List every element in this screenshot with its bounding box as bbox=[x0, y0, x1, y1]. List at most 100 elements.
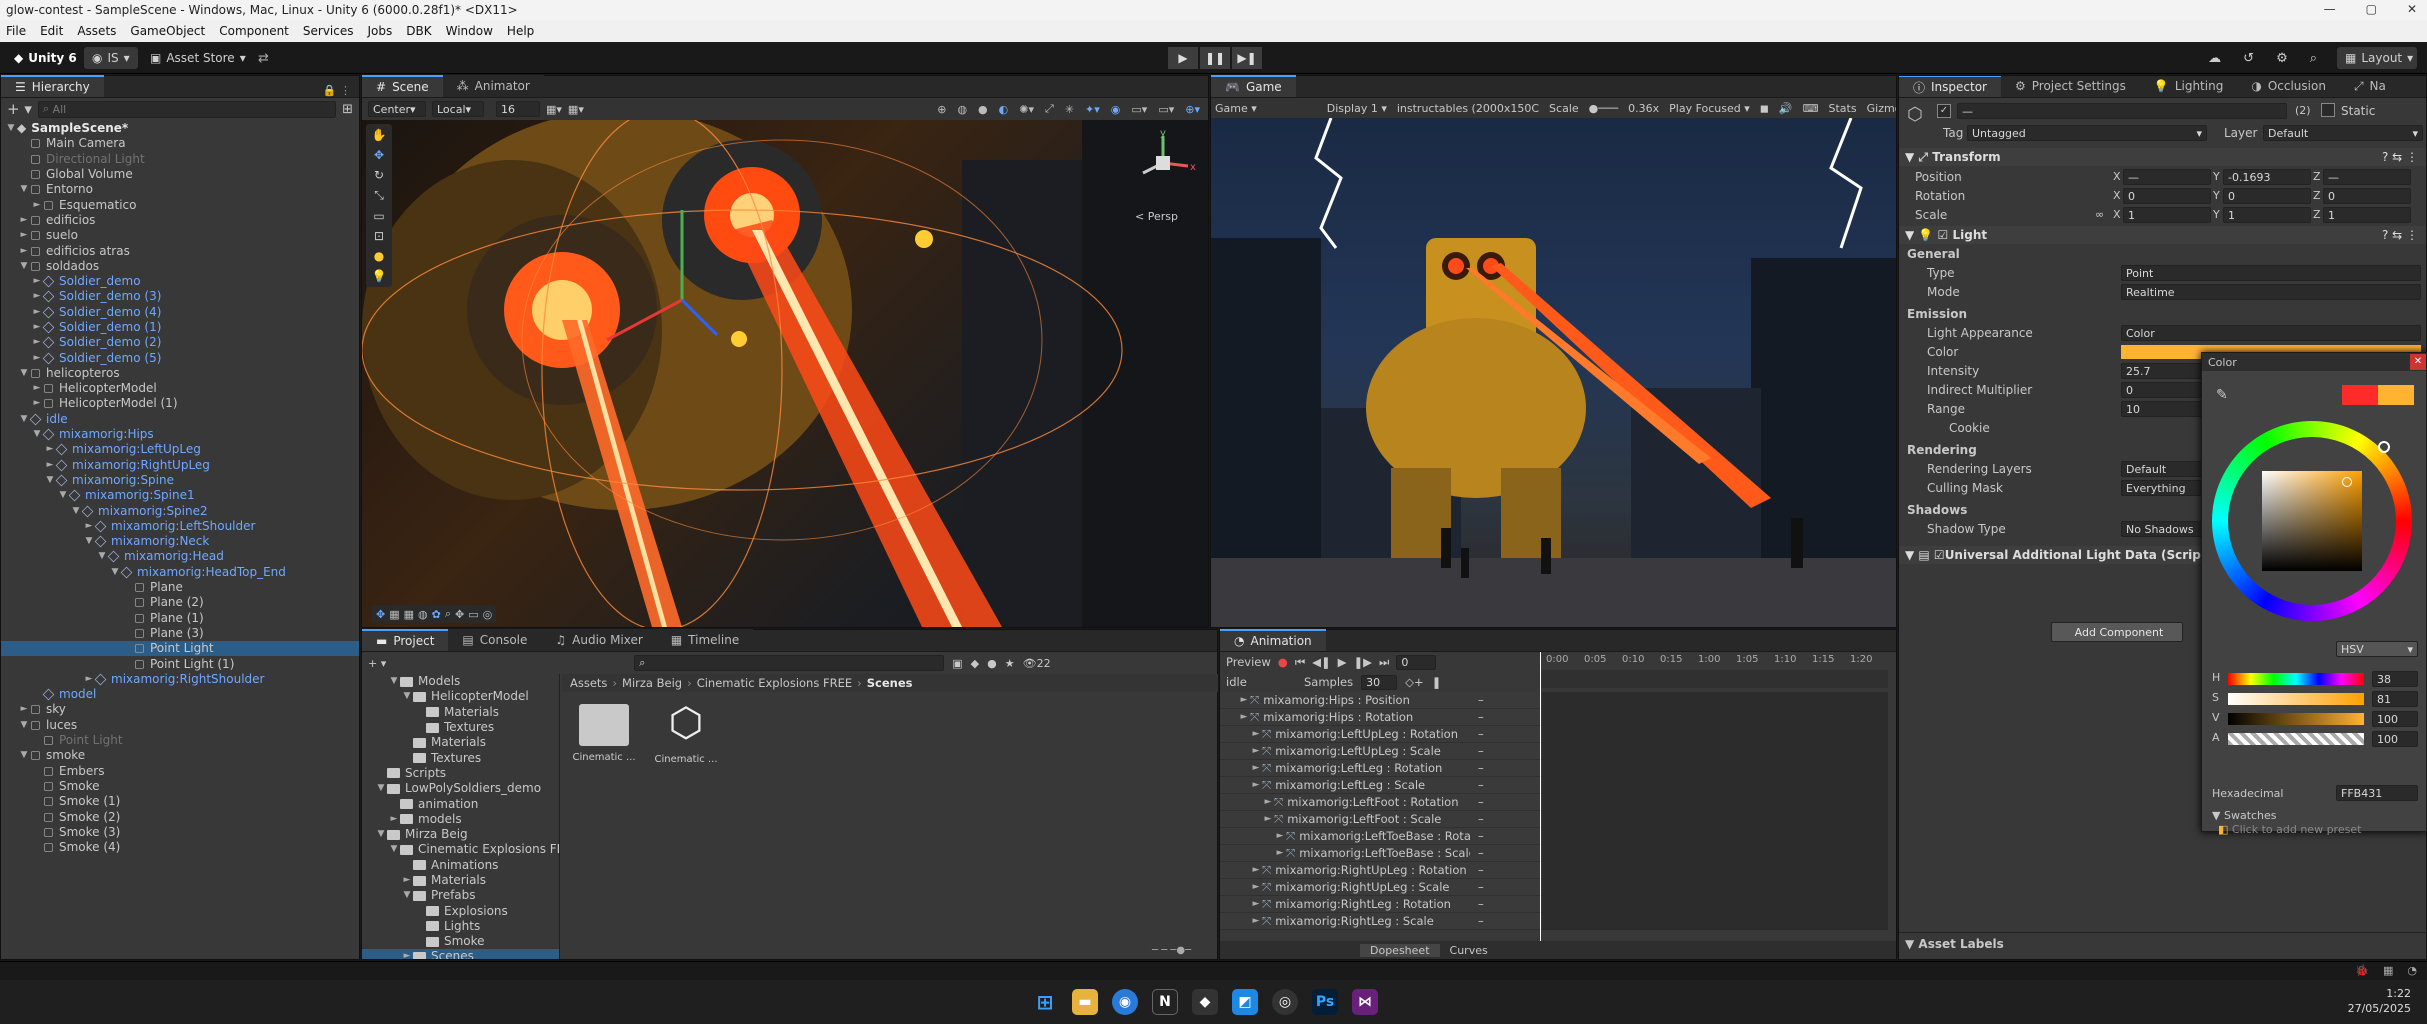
expand-arrow-icon[interactable]: ► bbox=[1274, 831, 1286, 841]
2d-toggle-icon[interactable]: ⤢ bbox=[1045, 102, 1054, 116]
track-keyframe-lane[interactable] bbox=[1542, 743, 1888, 760]
appearance-dropdown[interactable]: Color bbox=[2121, 325, 2421, 341]
active-checkbox[interactable]: ✓ bbox=[1937, 104, 1951, 118]
hierarchy-item[interactable]: ► Soldier_demo (2) bbox=[1, 335, 359, 350]
track-options-icon[interactable]: – bbox=[1478, 897, 1484, 911]
track-options-icon[interactable]: – bbox=[1478, 744, 1484, 758]
expand-arrow-icon[interactable]: ▼ bbox=[18, 748, 30, 763]
asset-item[interactable]: Cinematic ... bbox=[572, 698, 636, 763]
hierarchy-item[interactable]: ► mixamorig:RightShoulder bbox=[1, 672, 359, 687]
hierarchy-item[interactable]: ► Soldier_demo (5) bbox=[1, 350, 359, 365]
search-icon[interactable]: ⌕ bbox=[2310, 51, 2317, 66]
expand-arrow-icon[interactable]: ▼ bbox=[96, 549, 108, 564]
visual-studio-icon[interactable]: ⋈ bbox=[1352, 989, 1378, 1015]
preview-toggle[interactable]: Preview bbox=[1226, 655, 1271, 669]
expand-arrow-icon[interactable]: ► bbox=[31, 289, 43, 304]
hierarchy-item[interactable]: ▼ soldados bbox=[1, 259, 359, 274]
add-keyframe-icon[interactable]: ◇+ bbox=[1405, 675, 1423, 689]
history-icon[interactable]: ↺ bbox=[2243, 51, 2254, 66]
timeline-ruler[interactable]: 0:00 0:05 0:10 0:15 1:00 1:05 1:10 1:15 1:20 bbox=[1542, 652, 1888, 670]
transform-header[interactable]: ▼ ⤢ Transform? ⇆ ⋮ bbox=[1899, 148, 2426, 166]
render-mode-icon[interactable]: ✺▾ bbox=[1019, 103, 1034, 116]
dopesheet-button[interactable]: Dopesheet bbox=[1360, 943, 1440, 957]
track-options-icon[interactable]: – bbox=[1478, 846, 1484, 860]
link-icon[interactable]: ∞ bbox=[2095, 208, 2104, 221]
progress-icon[interactable]: ◔ bbox=[2407, 964, 2417, 977]
panel-menu-icon[interactable]: 🔒 ⋮ bbox=[315, 84, 359, 97]
light-probe-icon[interactable]: ● bbox=[374, 249, 384, 263]
unity-icon[interactable]: ◆ bbox=[1192, 989, 1218, 1015]
tab-project-settings[interactable]: ⚙ Project Settings bbox=[2001, 76, 2140, 97]
hierarchy-item[interactable]: ▼ mixamorig:Neck bbox=[1, 534, 359, 549]
track-options-icon[interactable]: – bbox=[1478, 914, 1484, 928]
expand-arrow-icon[interactable]: ► bbox=[31, 274, 43, 289]
minimize-icon[interactable]: — bbox=[2324, 2, 2336, 16]
account-button[interactable]: ◆ Unity 6 bbox=[6, 47, 85, 69]
animation-track[interactable]: ► ⤧ mixamorig:Hips : Position – bbox=[1220, 692, 1888, 709]
track-options-icon[interactable]: – bbox=[1478, 829, 1484, 843]
project-folder-item[interactable]: Animations bbox=[362, 858, 559, 873]
animation-track[interactable]: ► ⤧ mixamorig:RightUpLeg : Rotation – bbox=[1220, 862, 1888, 879]
expand-arrow-icon[interactable]: ▼ bbox=[375, 781, 387, 796]
hand-tool-icon[interactable]: ✋ bbox=[372, 128, 387, 142]
hierarchy-item[interactable]: ▼ mixamorig:HeadTop_End bbox=[1, 565, 359, 580]
asset-labels-header[interactable]: ▼ Asset Labels bbox=[1899, 932, 2427, 954]
previous-color-swatch[interactable] bbox=[2342, 385, 2378, 405]
light-menu-icon[interactable]: ? ⇆ ⋮ bbox=[2382, 228, 2426, 242]
project-folder-item[interactable]: Smoke bbox=[362, 934, 559, 949]
eyedropper-icon[interactable]: ✎ bbox=[2216, 387, 2228, 403]
tab-console[interactable]: ▤ Console bbox=[448, 629, 542, 651]
expand-arrow-icon[interactable]: ► bbox=[401, 873, 413, 888]
track-keyframe-lane[interactable] bbox=[1542, 879, 1888, 896]
animation-track[interactable]: ► ⤧ mixamorig:LeftFoot : Rotation – bbox=[1220, 794, 1888, 811]
animation-track[interactable]: ► ⤧ mixamorig:RightLeg : Rotation – bbox=[1220, 896, 1888, 913]
menu-item[interactable]: Help bbox=[507, 24, 534, 38]
rotate-tool-icon[interactable]: ↻ bbox=[374, 168, 384, 182]
hierarchy-item[interactable]: ► HelicopterModel (1) bbox=[1, 396, 359, 411]
expand-arrow-icon[interactable]: ▼ bbox=[57, 488, 69, 503]
audio-icon[interactable]: 🔊 bbox=[1779, 102, 1793, 115]
play-focus-dropdown[interactable]: Play Focused ▾ bbox=[1669, 102, 1750, 115]
animation-track[interactable]: ► ⤧ mixamorig:RightUpLeg : Scale – bbox=[1220, 879, 1888, 896]
position-y-field[interactable]: -0.1693 bbox=[2223, 169, 2311, 185]
space-dropdown[interactable]: Local ▾ bbox=[432, 101, 484, 117]
hierarchy-item[interactable]: ▼ mixamorig:Hips bbox=[1, 427, 359, 442]
hierarchy-item[interactable]: ► mixamorig:LeftShoulder bbox=[1, 519, 359, 534]
rotation-x-field[interactable]: 0 bbox=[2123, 188, 2211, 204]
probe-overlay-icon[interactable]: ◎ bbox=[483, 608, 493, 621]
shading-solid-icon[interactable]: ● bbox=[978, 103, 988, 116]
expand-arrow-icon[interactable]: ► bbox=[1238, 695, 1250, 705]
orientation-gizmo[interactable]: yx bbox=[1128, 128, 1198, 198]
swatches-header[interactable]: ▼ Swatches bbox=[2212, 809, 2277, 822]
scene-viewport[interactable]: ✋ ✥ ↻ ⤡ ▭ ⊡ ● 💡 yx < Persp ✥ ▦ ▦ ◍ ✿ ⌕ ✥ ▭ ◎ bbox=[362, 120, 1208, 627]
tab-animator[interactable]: ⁂ Animator bbox=[442, 75, 544, 97]
type-dropdown[interactable]: Point bbox=[2121, 265, 2421, 281]
expand-arrow-icon[interactable]: ▼ bbox=[388, 674, 400, 689]
color-model-dropdown[interactable]: HSV ▾ bbox=[2336, 641, 2418, 657]
clip-dropdown[interactable]: idle bbox=[1226, 675, 1296, 689]
expand-arrow-icon[interactable]: ▼ bbox=[18, 412, 30, 427]
scale-tool-icon[interactable]: ⤡ bbox=[374, 188, 384, 203]
a-value-field[interactable]: 100 bbox=[2372, 731, 2418, 747]
close-icon[interactable]: ✕ bbox=[2410, 354, 2426, 370]
record-icon[interactable]: ● bbox=[1278, 655, 1288, 669]
scale-x-field[interactable]: 1 bbox=[2123, 207, 2211, 223]
move-overlay-icon[interactable]: ✥ bbox=[455, 608, 464, 621]
track-keyframe-lane[interactable] bbox=[1542, 794, 1888, 811]
hierarchy-item[interactable]: ► edificios atras bbox=[1, 243, 359, 258]
prev-key-icon[interactable]: ◀❚ bbox=[1312, 655, 1330, 669]
shading-wire-icon[interactable]: ◍ bbox=[957, 103, 967, 116]
hierarchy-item[interactable]: Plane (2) bbox=[1, 595, 359, 610]
display-dropdown[interactable]: Display 1 ▾ bbox=[1327, 102, 1387, 115]
orientation-icon[interactable]: ⊕ bbox=[937, 103, 946, 116]
photoshop-icon[interactable]: Ps bbox=[1312, 989, 1338, 1015]
hierarchy-item[interactable]: Smoke (1) bbox=[1, 794, 359, 809]
expand-arrow-icon[interactable]: ▼ bbox=[5, 121, 17, 136]
animation-track[interactable]: ► ⤧ mixamorig:LeftLeg : Rotation – bbox=[1220, 760, 1888, 777]
animation-track[interactable]: ► ⤧ mixamorig:LeftUpLeg : Rotation – bbox=[1220, 726, 1888, 743]
hierarchy-item[interactable]: Plane (3) bbox=[1, 626, 359, 641]
cloud-icon[interactable]: ☁ bbox=[2208, 51, 2221, 66]
tab-project[interactable]: ▬ Project bbox=[362, 629, 449, 651]
tab-navigation[interactable]: ⤢ Na bbox=[2339, 76, 2400, 97]
breadcrumb-item[interactable]: Assets bbox=[570, 676, 607, 690]
